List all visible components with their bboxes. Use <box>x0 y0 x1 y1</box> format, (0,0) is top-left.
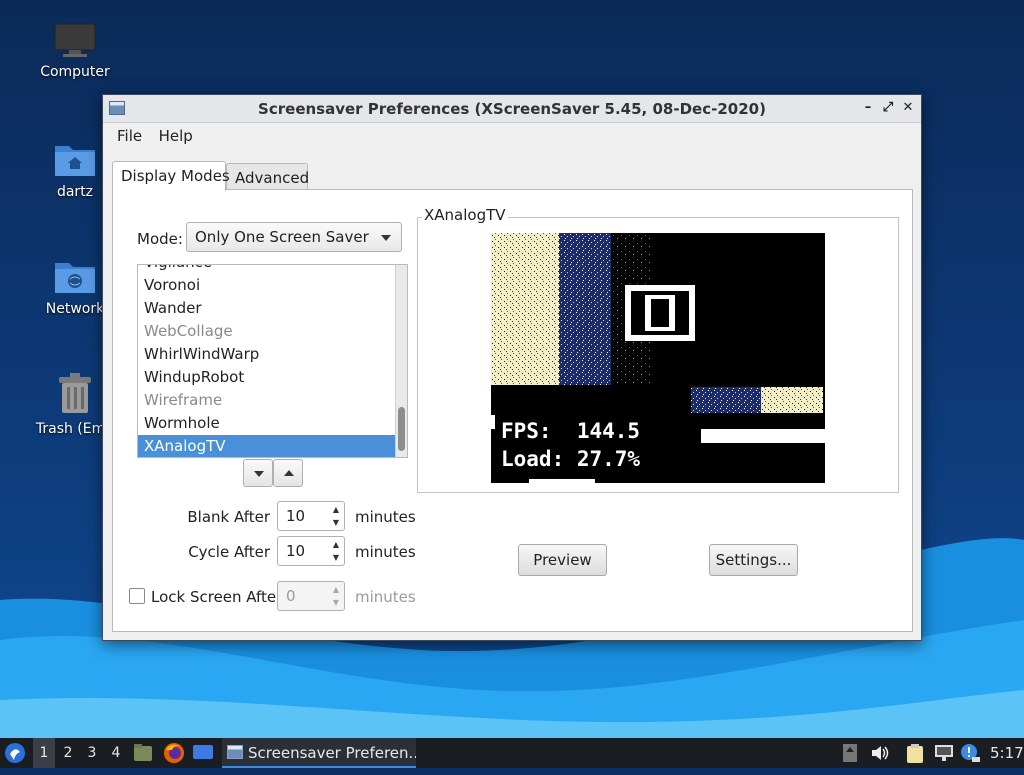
desktop-icon <box>193 745 213 759</box>
tray-update-icon[interactable] <box>843 738 861 768</box>
app-launcher-icon <box>5 743 25 763</box>
blank-after-spinner[interactable]: 10 ▲ ▼ <box>277 501 345 531</box>
settings-button[interactable]: Settings... <box>709 544 798 576</box>
desktop-icon-computer[interactable]: Computer <box>25 22 125 80</box>
clipboard-icon[interactable] <box>906 738 926 768</box>
chevron-down-icon <box>381 235 391 241</box>
close-button[interactable]: ✕ <box>899 99 917 117</box>
taskbar: 1 2 3 4 Screensaver Preferen... 5:17 <box>0 738 1024 768</box>
file-manager-icon <box>134 744 152 761</box>
start-menu-button[interactable] <box>4 738 28 768</box>
list-item[interactable]: Wormhole <box>138 412 395 435</box>
list-item[interactable]: WebCollage <box>138 320 395 343</box>
fps-readout: FPS: 144.5 <box>501 419 641 443</box>
blank-after-value: 10 <box>286 507 306 525</box>
window-titlebar[interactable]: Screensaver Preferences (XScreenSaver 5.… <box>103 95 921 123</box>
volume-icon[interactable] <box>870 738 890 768</box>
display-modes-panel: Mode: Only One Screen Saver Vigilance Vo… <box>112 189 913 632</box>
mode-label: Mode: <box>137 230 183 248</box>
cycle-after-spinner[interactable]: 10 ▲ ▼ <box>277 536 345 566</box>
list-item[interactable]: Wander <box>138 297 395 320</box>
list-item[interactable]: WhirlWindWarp <box>138 343 395 366</box>
list-item[interactable]: Vigilance <box>138 265 395 274</box>
window-app-icon <box>227 745 243 759</box>
screensaver-list[interactable]: Vigilance Voronoi Wander WebCollage Whir… <box>137 264 408 458</box>
spin-up-icon: ▲ <box>332 585 340 594</box>
taskbar-task-screensaver[interactable]: Screensaver Preferen... <box>222 738 416 768</box>
cycle-after-unit: minutes <box>355 543 416 561</box>
desktop-icon-label: Computer <box>40 64 110 80</box>
window-title: Screensaver Preferences (XScreenSaver 5.… <box>258 100 766 118</box>
network-folder-icon <box>53 257 97 295</box>
arrow-down-icon <box>254 471 264 477</box>
monitor-icon <box>53 22 97 58</box>
lock-screen-value: 0 <box>286 587 296 605</box>
firefox-icon <box>164 743 184 763</box>
tab-advanced[interactable]: Advanced <box>226 163 309 191</box>
notification-icon[interactable] <box>960 738 982 768</box>
mode-select-value: Only One Screen Saver <box>195 228 369 246</box>
scrollbar-thumb[interactable] <box>398 407 405 451</box>
preview-button[interactable]: Preview <box>518 544 607 576</box>
clock[interactable]: 5:17 <box>990 738 1024 768</box>
task-label: Screensaver Preferen... <box>248 744 416 762</box>
tab-display-modes[interactable]: Display Modes <box>112 161 230 191</box>
blank-after-unit: minutes <box>355 508 416 526</box>
show-desktop-launcher[interactable] <box>192 738 214 768</box>
list-item-selected[interactable]: XAnalogTV <box>138 435 395 457</box>
menu-help[interactable]: Help <box>153 123 199 149</box>
spin-up-icon[interactable]: ▲ <box>330 504 342 516</box>
lock-screen-unit: minutes <box>355 588 416 606</box>
preview-screen: FPS: 144.5 Load: 27.7% <box>491 233 825 483</box>
spin-down-icon: ▼ <box>332 598 340 607</box>
spin-up-icon[interactable]: ▲ <box>330 539 342 551</box>
menu-bar: File Help <box>103 123 921 149</box>
maximize-button[interactable]: ⤢ <box>879 99 897 117</box>
workspace-4[interactable]: 4 <box>105 738 127 768</box>
list-item[interactable]: Voronoi <box>138 274 395 297</box>
list-scrollbar[interactable] <box>395 265 407 457</box>
mode-select[interactable]: Only One Screen Saver <box>186 222 402 252</box>
trash-icon <box>55 373 95 415</box>
firefox-launcher[interactable] <box>163 738 185 768</box>
workspace-2[interactable]: 2 <box>57 738 79 768</box>
move-up-button[interactable] <box>273 459 303 487</box>
lock-screen-label[interactable]: Lock Screen After <box>151 588 282 606</box>
cycle-after-label: Cycle After <box>188 543 270 561</box>
menu-file[interactable]: File <box>111 123 148 149</box>
home-folder-icon <box>53 140 97 178</box>
arrow-up-icon <box>284 470 294 476</box>
screensaver-preferences-window: Screensaver Preferences (XScreenSaver 5.… <box>102 94 922 641</box>
spin-down-icon[interactable]: ▼ <box>330 552 342 564</box>
minimize-button[interactable]: – <box>859 99 877 117</box>
workspace-3[interactable]: 3 <box>81 738 103 768</box>
blank-after-label: Blank After <box>187 508 270 526</box>
lock-screen-spinner: 0 ▲ ▼ <box>277 581 345 611</box>
spin-down-icon[interactable]: ▼ <box>330 517 342 529</box>
workspace-1[interactable]: 1 <box>33 738 55 768</box>
list-item[interactable]: WindupRobot <box>138 366 395 389</box>
cycle-after-value: 10 <box>286 542 306 560</box>
lock-screen-checkbox[interactable] <box>129 588 145 604</box>
list-item[interactable]: Wireframe <box>138 389 395 412</box>
file-manager-launcher[interactable] <box>133 738 155 768</box>
network-icon[interactable] <box>934 738 956 768</box>
move-down-button[interactable] <box>243 459 273 487</box>
analog-tv-static-image <box>491 233 825 483</box>
preview-frame-title: XAnalogTV <box>422 206 508 224</box>
load-readout: Load: 27.7% <box>501 447 641 471</box>
